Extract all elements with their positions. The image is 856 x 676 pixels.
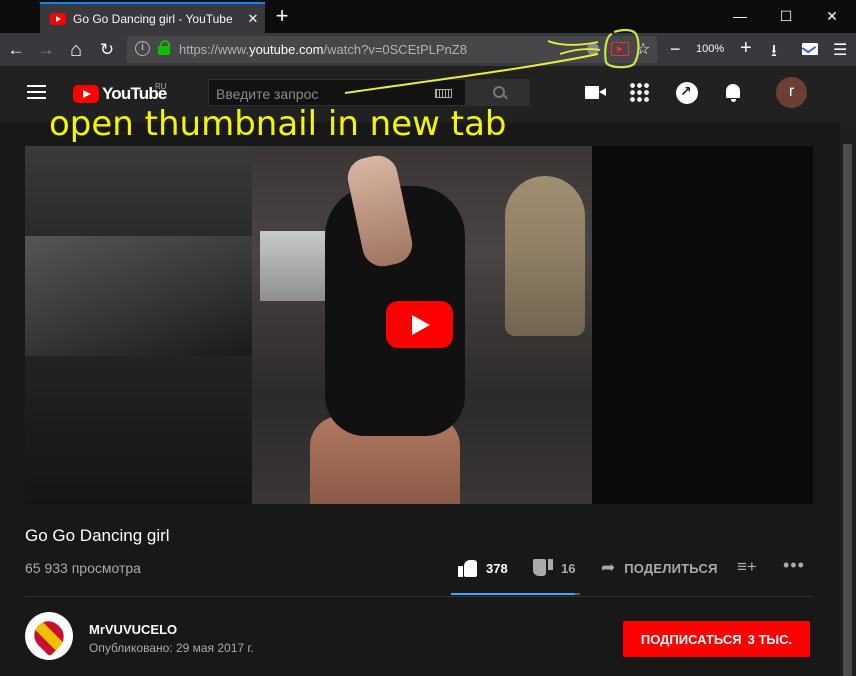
play-button-icon[interactable]	[386, 301, 453, 348]
spain-heart-icon	[28, 615, 70, 657]
like-count: 378	[486, 560, 508, 576]
back-button[interactable]: ←	[3, 37, 29, 63]
create-video-icon[interactable]	[585, 82, 607, 104]
tab-title: Go Go Dancing girl - YouTube	[73, 11, 233, 26]
search-button[interactable]	[466, 79, 530, 106]
search-input[interactable]: Введите запрос	[208, 79, 466, 106]
reload-button[interactable]: ↻	[94, 37, 120, 63]
publish-date: Опубликовано: 29 мая 2017 г.	[89, 641, 254, 655]
bookmark-star-icon[interactable]: ☆	[636, 39, 650, 59]
url-path: /watch?v=0SCEtPLPnZ8	[323, 42, 467, 57]
tab-strip: Go Go Dancing girl - YouTube ✕ + — ☐ ✕	[0, 0, 856, 33]
add-to-playlist-icon[interactable]: ≡+	[737, 557, 757, 577]
like-ratio-bar	[451, 593, 580, 595]
maximize-button[interactable]: ☐	[763, 4, 809, 28]
tab-close-icon[interactable]: ✕	[241, 11, 265, 27]
dislike-button[interactable]: 16	[533, 556, 575, 580]
navigation-toolbar: ← → ⌂ ↻ i https://www.youtube.com/watch?…	[0, 33, 856, 66]
hamburger-menu-icon[interactable]: ☰	[833, 40, 847, 60]
home-button[interactable]: ⌂	[63, 37, 89, 63]
search-placeholder: Введите запрос	[216, 86, 319, 102]
dislike-count: 16	[561, 560, 576, 576]
zoom-level[interactable]: 100%	[696, 43, 724, 55]
like-button[interactable]: 378	[458, 556, 508, 580]
mail-icon[interactable]	[802, 43, 818, 55]
forward-button[interactable]: →	[33, 37, 59, 63]
video-player[interactable]	[25, 146, 813, 504]
minimize-button[interactable]: —	[717, 4, 763, 28]
zoom-out-button[interactable]: −	[670, 37, 681, 61]
divider	[25, 596, 813, 597]
download-icon[interactable]: ⭳	[771, 38, 777, 67]
messages-icon[interactable]	[676, 82, 698, 104]
address-bar[interactable]: i https://www.youtube.com/watch?v=0SCEtP…	[127, 36, 657, 63]
youtube-page: YouTube RU Введите запрос r Go Go Danc	[0, 66, 856, 676]
more-actions-icon[interactable]: •••	[783, 555, 805, 576]
subscriber-count: 3 ТЫС.	[747, 631, 793, 647]
browser-window: Go Go Dancing girl - YouTube ✕ + — ☐ ✕ ←…	[0, 0, 856, 676]
youtube-thumbnail-extension-icon[interactable]	[611, 42, 629, 56]
url-host: youtube.com	[249, 42, 324, 57]
lock-icon	[158, 40, 170, 55]
channel-avatar[interactable]	[25, 612, 73, 660]
notifications-bell-icon[interactable]	[723, 82, 745, 104]
channel-name[interactable]: MrVUVUCELO	[89, 622, 177, 637]
scrollbar-thumb[interactable]	[843, 144, 852, 676]
browser-tab[interactable]: Go Go Dancing girl - YouTube ✕	[40, 2, 265, 33]
url-text[interactable]: https://www.youtube.com/watch?v=0SCEtPLP…	[179, 42, 467, 57]
view-count: 65 933 просмотра	[25, 560, 141, 576]
video-frame-right	[592, 146, 813, 504]
share-button[interactable]: ➦ ПОДЕЛИТЬСЯ	[601, 556, 718, 580]
subscribe-button[interactable]: ПОДПИСАТЬСЯ 3 ТЫС.	[623, 621, 810, 657]
new-tab-button[interactable]: +	[271, 4, 293, 28]
share-icon: ➦	[601, 558, 616, 577]
youtube-favicon-icon	[50, 12, 66, 25]
video-frame-left	[25, 146, 252, 504]
keyboard-icon[interactable]	[435, 89, 452, 98]
close-window-button[interactable]: ✕	[809, 4, 855, 28]
video-frame-bystander	[505, 176, 585, 336]
thumbs-up-icon	[458, 559, 478, 577]
zoom-in-button[interactable]: +	[740, 36, 752, 60]
thumbs-down-icon	[533, 559, 553, 577]
extension-icon[interactable]	[587, 43, 599, 55]
annotation-text: open thumbnail in new tab	[49, 104, 507, 144]
subscribe-label: ПОДПИСАТЬСЯ	[640, 631, 742, 647]
youtube-logo-icon[interactable]	[73, 85, 99, 103]
like-ratio-fill	[451, 593, 575, 595]
site-info-icon[interactable]: i	[135, 41, 150, 56]
video-title: Go Go Dancing girl	[25, 526, 170, 545]
guide-menu-icon[interactable]	[27, 85, 46, 99]
url-prefix: https://www.	[179, 42, 250, 57]
region-code: RU	[155, 82, 167, 91]
share-label: ПОДЕЛИТЬСЯ	[624, 560, 718, 576]
user-avatar[interactable]: r	[776, 77, 807, 108]
apps-grid-icon[interactable]	[629, 82, 650, 103]
